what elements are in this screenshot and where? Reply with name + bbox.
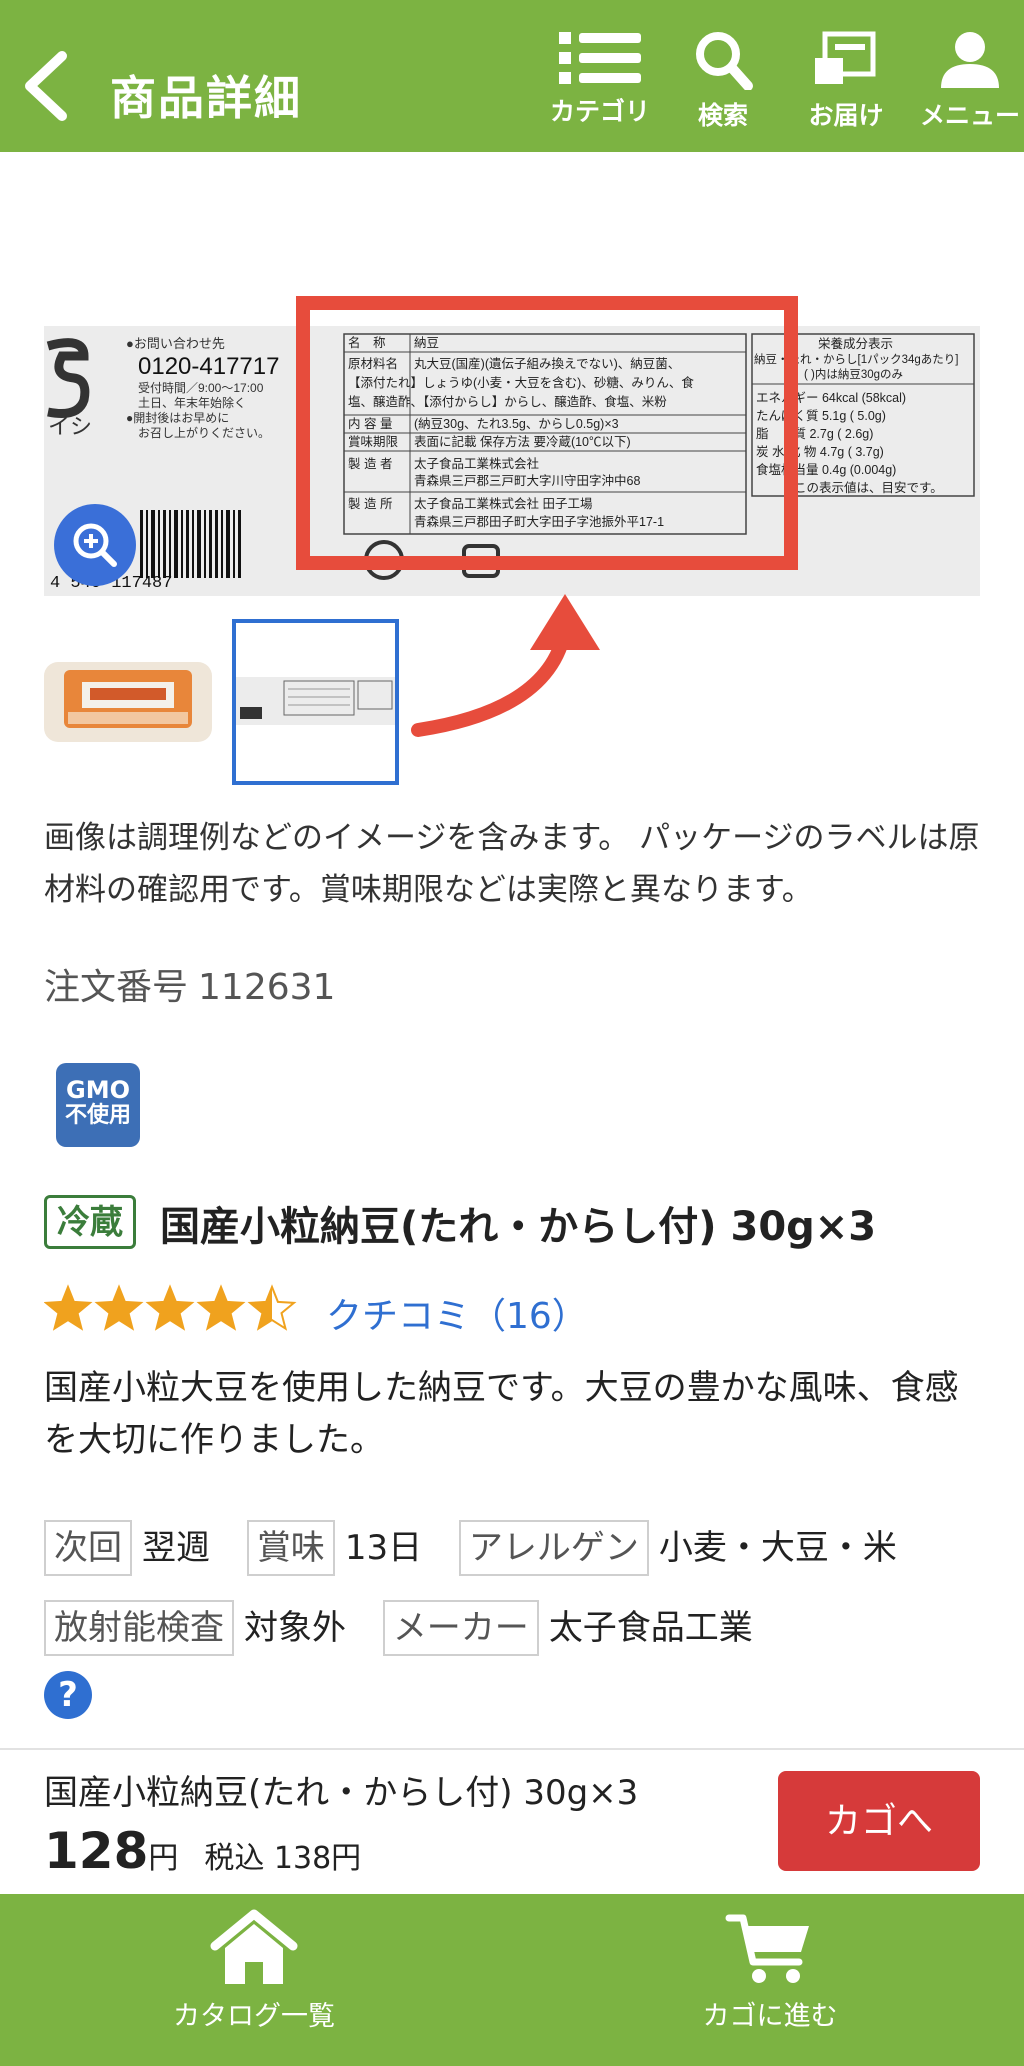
contact-hours: 受付時間／9:00〜17:00 — [138, 381, 264, 395]
thumbnail-package[interactable] — [44, 656, 212, 748]
product-name: 国産小粒納豆(たれ・からし付) 30g×3 — [160, 1204, 877, 1250]
rating-star — [196, 1284, 246, 1331]
back-button[interactable] — [18, 46, 78, 126]
footer-nav: カタログ一覧 カゴに進む — [0, 1894, 1024, 2066]
order-number: 注文番号 112631 — [44, 958, 335, 1010]
help-icon[interactable]: ? — [44, 1671, 92, 1719]
nutrition-note: この表示値は、目安です。 — [794, 480, 943, 495]
product-attributes: 次回 翌週 賞味 13日 アレルゲン 小麦・大豆・米 放射能検査 対象外 メーカー 太子食… — [44, 1508, 984, 1668]
attr-value-radiation: 対象外 — [244, 1608, 346, 1648]
home-icon — [210, 1909, 298, 1984]
reviews-link[interactable]: クチコミ（16） — [326, 1287, 588, 1339]
attr-tag-allergen: アレルゲン — [458, 1520, 649, 1576]
app-header: 商品詳細 カテゴリ 検索 お届け メニュー — [0, 0, 1024, 152]
rating-star — [145, 1284, 195, 1331]
contact-phone: 0120-417717 — [138, 353, 279, 380]
gmo-free-badge: GMO 不使用 — [56, 1063, 140, 1147]
cart-icon — [725, 1914, 809, 1983]
footer-cart-button[interactable]: カゴに進む — [640, 1908, 900, 2033]
attr-value-bestbefore: 13日 — [344, 1528, 423, 1568]
contact-title: ●お問い合わせ先 — [126, 336, 225, 351]
list-icon — [559, 32, 641, 84]
gmo-badge-line2: 不使用 — [64, 1103, 131, 1128]
nav-search[interactable]: 検索 — [663, 30, 783, 140]
price-value: 128 — [44, 1822, 149, 1880]
attr-tag-next: 次回 — [44, 1520, 132, 1576]
price-block: 128円 税込 138円 — [44, 1822, 361, 1880]
nav-menu[interactable]: メニュー — [910, 30, 1024, 140]
note-line2: お召し上がりください。 — [138, 425, 270, 440]
search-icon — [696, 32, 753, 90]
nav-search-label: 検索 — [697, 101, 748, 130]
contact-closed: 土日、年末年始除く — [138, 395, 246, 410]
rating-star — [247, 1284, 297, 1331]
gmo-badge-line1: GMO — [66, 1076, 130, 1104]
note-line1: ●開封後はお早めに — [126, 411, 229, 425]
attr-value-next: 翌週 — [142, 1528, 210, 1568]
nav-category-label: カテゴリ — [549, 97, 650, 126]
footer-cart-label: カゴに進む — [702, 2001, 838, 2032]
user-icon — [941, 32, 999, 88]
zoom-in-icon — [73, 523, 117, 567]
attr-tag-radiation: 放射能検査 — [44, 1600, 234, 1656]
order-number-label: 注文番号 — [44, 967, 189, 1008]
zoom-button[interactable] — [54, 504, 136, 586]
delivery-icon — [815, 31, 876, 84]
storage-badge: 冷蔵 — [44, 1195, 136, 1249]
nav-delivery[interactable]: お届け — [786, 30, 906, 140]
product-description: 国産小粒大豆を使用した納豆です。大豆の豊かな風味、食感を大切に作りました。 — [44, 1368, 959, 1460]
footer-catalog-button[interactable]: カタログ一覧 — [124, 1908, 384, 2033]
attr-tag-bestbefore: 賞味 — [246, 1520, 335, 1576]
nutrition-title: 栄養成分表示 — [818, 336, 893, 351]
nav-category[interactable]: カテゴリ — [540, 30, 660, 140]
thumbnail-label[interactable] — [232, 619, 399, 785]
attr-value-allergen: 小麦・大豆・米 — [658, 1528, 897, 1568]
page-title: 商品詳細 — [110, 71, 302, 125]
rating-star — [94, 1284, 144, 1331]
order-number-value: 112631 — [198, 967, 336, 1008]
nav-delivery-label: お届け — [808, 101, 884, 130]
barcode-graphic — [140, 510, 241, 578]
chevron-left-icon — [25, 51, 67, 121]
price-currency: 円 — [148, 1841, 179, 1876]
nutrition-subtitle: ( )内は納豆30gのみ — [804, 367, 903, 381]
attr-value-maker: 太子食品工業 — [548, 1608, 753, 1648]
nav-menu-label: メニュー — [919, 101, 1020, 130]
price-tax-included: 税込 138円 — [204, 1841, 362, 1876]
package-thumbnail-image — [44, 662, 212, 742]
rating-star — [44, 1284, 93, 1331]
highlight-box — [296, 296, 798, 570]
add-to-cart-button[interactable]: カゴへ — [778, 1771, 980, 1871]
svg-text:イシ: イシ — [48, 414, 92, 439]
attr-tag-maker: メーカー — [382, 1600, 539, 1656]
cart-product-name: 国産小粒納豆(たれ・からし付) 30g×3 — [44, 1773, 639, 1813]
footer-catalog-label: カタログ一覧 — [173, 2001, 335, 2032]
label-thumbnail-image — [236, 677, 395, 725]
image-notice: 画像は調理例などのイメージを含みます。 パッケージのラベルは原材料の確認用です。… — [44, 820, 980, 908]
rating-stars — [44, 1284, 297, 1331]
arrow-pointer-icon — [411, 594, 600, 737]
cart-divider — [0, 1748, 1024, 1750]
